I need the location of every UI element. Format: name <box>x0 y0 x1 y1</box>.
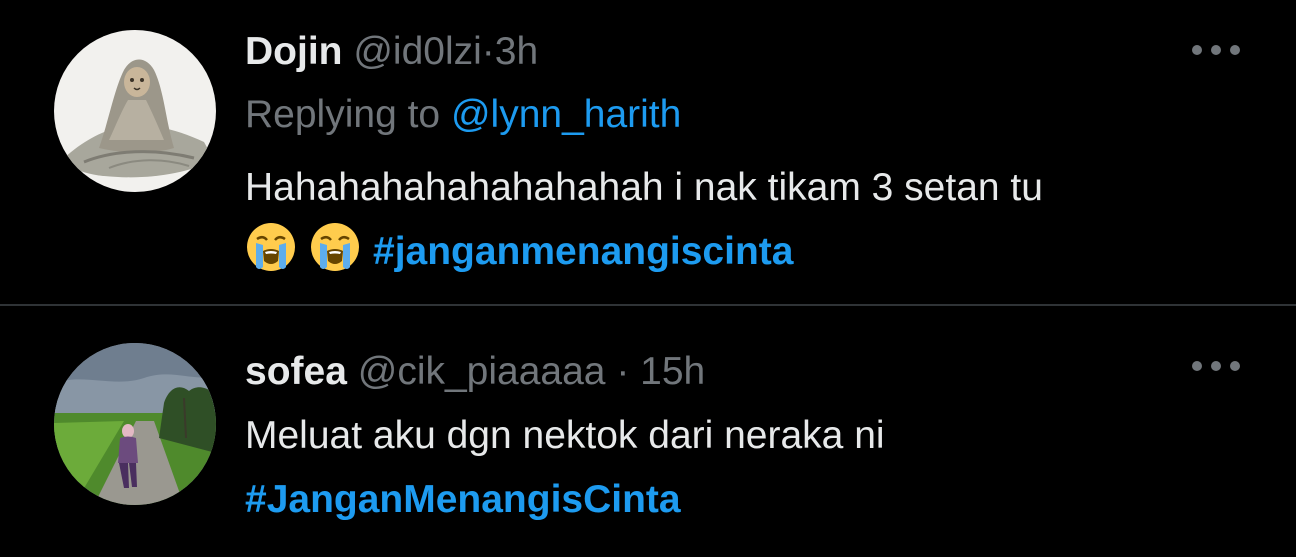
hashtag-link[interactable]: #janganmenangiscinta <box>373 230 793 273</box>
replying-to-line: Replying to @lynn_harith <box>245 87 1236 143</box>
avatar[interactable] <box>54 30 216 192</box>
loudly-crying-face-icon <box>311 223 359 271</box>
cat-in-blanket-avatar-icon <box>54 30 216 192</box>
avatar[interactable] <box>54 343 216 505</box>
tweet-content: Dojin @id0lzi·3h Replying to @lynn_harit… <box>245 24 1236 284</box>
tweet-content: sofea @cik_piaaaaa · 15h Meluat aku dgn … <box>245 344 1236 532</box>
separator-dot: · <box>616 350 630 393</box>
hashtag-link[interactable]: #JanganMenangisCinta <box>245 478 681 521</box>
tweet-item[interactable]: sofea @cik_piaaaaa · 15h Meluat aku dgn … <box>0 306 1296 557</box>
tweet-body-text: Meluat aku dgn nektok dari neraka ni <box>245 414 885 457</box>
tweet-text: Hahahahahahahahahah i nak tikam 3 setan … <box>245 156 1236 284</box>
person-on-road-avatar-icon <box>54 343 216 505</box>
more-options-icon[interactable] <box>1192 359 1240 373</box>
tweet-text: Meluat aku dgn nektok dari neraka ni #Ja… <box>245 404 1236 532</box>
tweet-header: Dojin @id0lzi·3h <box>245 24 1236 80</box>
user-handle[interactable]: @id0lzi <box>353 30 481 73</box>
display-name[interactable]: Dojin <box>245 30 342 73</box>
display-name[interactable]: sofea <box>245 350 347 393</box>
user-handle[interactable]: @cik_piaaaaa <box>358 350 606 393</box>
timestamp[interactable]: 3h <box>495 30 538 73</box>
replying-to-label: Replying to <box>245 93 451 136</box>
more-options-icon[interactable] <box>1192 43 1240 57</box>
loudly-crying-face-icon <box>247 223 295 271</box>
timestamp[interactable]: 15h <box>640 350 705 393</box>
tweet-body-text: Hahahahahahahahahah i nak tikam 3 setan … <box>245 166 1043 209</box>
tweet-header: sofea @cik_piaaaaa · 15h <box>245 344 1236 400</box>
separator-dot: · <box>481 30 495 73</box>
mention-link[interactable]: @lynn_harith <box>451 93 681 136</box>
tweet-item[interactable]: Dojin @id0lzi·3h Replying to @lynn_harit… <box>0 0 1296 304</box>
